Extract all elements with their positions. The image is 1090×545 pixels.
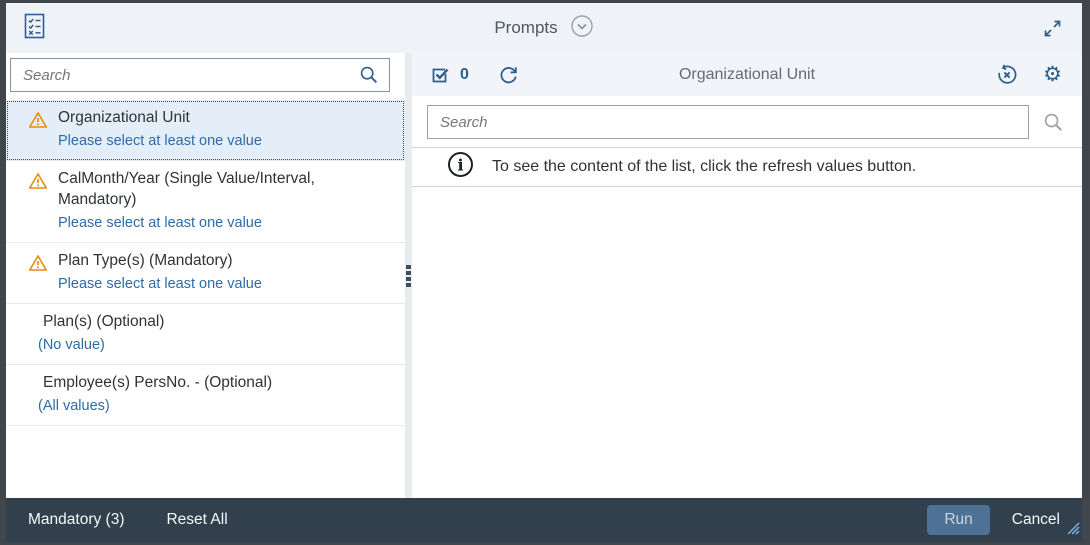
value-panel: 0 Organizational Unit	[412, 53, 1082, 498]
prompt-list: Organizational Unit Please select at lea…	[6, 100, 405, 498]
value-search-box	[427, 105, 1029, 139]
gear-icon[interactable]: ⚙	[1043, 64, 1062, 85]
prompt-list-icon	[22, 11, 47, 46]
panel-splitter[interactable]	[405, 53, 412, 498]
value-toolbar: 0 Organizational Unit	[412, 53, 1082, 96]
prompt-item-title: Plan(s) (Optional)	[43, 311, 387, 332]
value-search-input[interactable]	[438, 113, 1018, 132]
warning-triangle-icon	[28, 172, 48, 195]
prompt-list-panel: Organizational Unit Please select at lea…	[6, 53, 405, 498]
mandatory-filter-button[interactable]: Mandatory (3)	[26, 507, 126, 533]
prompt-item-plan-type[interactable]: Plan Type(s) (Mandatory) Please select a…	[6, 243, 405, 304]
prompt-search-input[interactable]	[21, 66, 359, 85]
info-strip: i To see the content of the list, click …	[412, 147, 1082, 187]
prompt-item-status: (All values)	[38, 396, 387, 416]
prompt-item-status: Please select at least one value	[58, 274, 387, 294]
prompt-item-employees[interactable]: Employee(s) PersNo. - (Optional) (All va…	[6, 365, 405, 426]
prompt-item-title: Organizational Unit	[58, 107, 387, 128]
expand-icon[interactable]	[1041, 17, 1064, 40]
dialog-body: Organizational Unit Please select at lea…	[6, 53, 1082, 498]
search-icon[interactable]	[359, 65, 379, 85]
prompts-dialog: Prompts	[6, 3, 1082, 542]
cancel-button[interactable]: Cancel	[1010, 507, 1062, 533]
refresh-icon[interactable]	[497, 63, 520, 86]
prompt-item-status: (No value)	[38, 335, 387, 355]
resize-grip-icon[interactable]	[1066, 521, 1080, 540]
dialog-footer: Mandatory (3) Reset All Run Cancel	[6, 498, 1082, 542]
prompt-search-box	[10, 58, 390, 92]
prompt-item-organizational-unit[interactable]: Organizational Unit Please select at lea…	[6, 100, 405, 161]
prompt-item-status: Please select at least one value	[58, 131, 387, 151]
svg-text:i: i	[457, 156, 463, 175]
chevron-down-circle-icon[interactable]	[570, 14, 594, 43]
clear-history-icon[interactable]	[995, 63, 1019, 87]
prompt-item-title: Employee(s) PersNo. - (Optional)	[43, 372, 387, 393]
prompt-item-calmonth-year[interactable]: CalMonth/Year (Single Value/Interval, Ma…	[6, 161, 405, 243]
warning-triangle-icon	[28, 111, 48, 134]
reset-all-button[interactable]: Reset All	[164, 507, 229, 533]
run-button[interactable]: Run	[927, 505, 989, 535]
info-message: To see the content of the list, click th…	[492, 158, 916, 176]
value-list-empty-area	[412, 187, 1082, 498]
info-circle-icon: i	[447, 151, 474, 183]
drag-grip-icon[interactable]	[406, 265, 411, 287]
warning-triangle-icon	[28, 254, 48, 277]
selected-count: 0	[460, 66, 469, 84]
prompt-item-title: Plan Type(s) (Mandatory)	[58, 250, 387, 271]
prompt-item-status: Please select at least one value	[58, 213, 387, 233]
dialog-title: Prompts	[494, 18, 557, 38]
checkbox-checked-icon[interactable]	[429, 64, 452, 86]
prompt-item-plans[interactable]: Plan(s) (Optional) (No value)	[6, 304, 405, 365]
search-icon[interactable]	[1043, 112, 1064, 133]
dialog-header: Prompts	[6, 3, 1082, 53]
prompt-item-title: CalMonth/Year (Single Value/Interval, Ma…	[58, 168, 387, 210]
